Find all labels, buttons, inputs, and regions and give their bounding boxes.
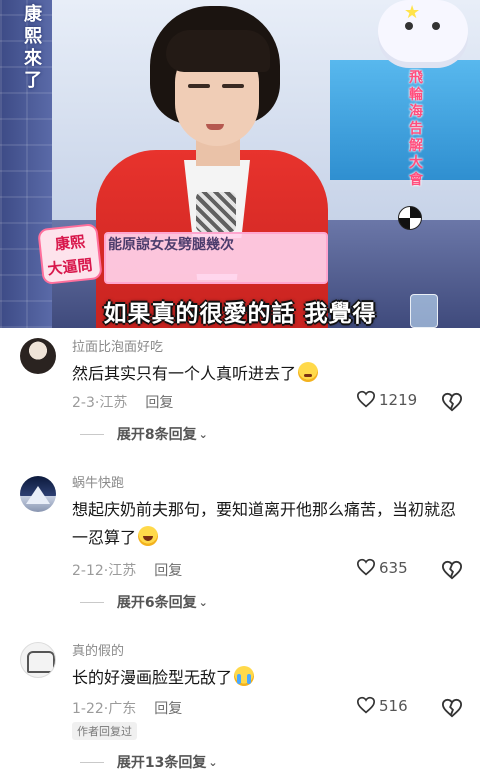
reply-button[interactable]: 回复 (154, 701, 182, 717)
expand-replies-button[interactable]: 展开6条回复 ⌄ (80, 592, 208, 612)
comment-username[interactable]: 蜗牛快跑 (72, 472, 124, 491)
comment-item: 蜗牛快跑 想起庆奶前夫那句，要知道离开他那么痛苦，当初就忍一忍算了 2-12·江… (0, 466, 480, 622)
cloud-eye (405, 22, 413, 30)
crying-face-icon (234, 666, 255, 686)
avatar[interactable] (20, 476, 56, 512)
cloud-mascot (378, 0, 468, 62)
checkered-ball (398, 206, 422, 230)
like-count: 1219 (379, 391, 418, 409)
comment-text: 长的好漫画脸型无敌了 (72, 664, 462, 692)
topic-text: 能原諒女友劈腿幾次 (108, 237, 234, 253)
author-replied-badge: 作者回复过 (72, 722, 137, 740)
comment-meta: 2-3·江苏 回复 (72, 392, 173, 412)
like-button[interactable]: 635 (356, 558, 426, 577)
chevron-down-icon: ⌄ (208, 756, 218, 769)
like-button[interactable]: 1219 (356, 390, 426, 409)
comment-text: 然后其实只有一个人真听进去了 (72, 360, 462, 388)
reply-button[interactable]: 回复 (154, 563, 182, 579)
star-icon: ★ (404, 2, 421, 23)
broken-heart-icon[interactable] (440, 560, 464, 580)
laughing-crying-face-icon (138, 526, 159, 546)
reply-button[interactable]: 回复 (145, 395, 173, 411)
expand-replies-button[interactable]: 展开8条回复 ⌄ (80, 424, 208, 444)
comment-item: 真的假的 长的好漫画脸型无敌了 1-22·广东 回复 516 作者回复过 展开13… (0, 636, 480, 776)
heart-icon (356, 390, 376, 408)
wink-face-icon (298, 362, 319, 382)
comment-username[interactable]: 真的假的 (72, 640, 124, 659)
broken-heart-icon[interactable] (440, 392, 464, 412)
like-count: 635 (379, 559, 408, 577)
shirt-print (196, 192, 236, 232)
expand-replies-label: 展开13条回复 (116, 755, 207, 771)
comment-text-content: 然后其实只有一个人真听进去了 (72, 364, 297, 383)
comment-username[interactable]: 拉面比泡面好吃 (72, 336, 163, 355)
comment-date: 2-12 (72, 563, 104, 579)
expand-replies-label: 展开6条回复 (116, 595, 197, 611)
comment-location: 江苏 (99, 395, 128, 411)
like-count: 516 (379, 697, 408, 715)
comment-item: 拉面比泡面好吃 然后其实只有一个人真听进去了 2-3·江苏 回复 1219 展开8… (0, 328, 480, 456)
avatar[interactable] (20, 338, 56, 374)
like-button[interactable]: 516 (356, 696, 426, 715)
comment-location: 江苏 (108, 563, 137, 579)
eyebrow (188, 84, 210, 88)
comment-text-content: 长的好漫画脸型无敌了 (72, 668, 233, 687)
avatar[interactable] (20, 642, 56, 678)
show-title-vertical: 康熙來了 (24, 4, 42, 91)
comment-date: 1-22 (72, 701, 104, 717)
comment-text: 想起庆奶前夫那句，要知道离开他那么痛苦，当初就忍一忍算了 (72, 496, 462, 552)
video-frame[interactable]: ★ 康熙來了 飛輪海告解大會 康熙 大逼問 能原諒女友劈腿幾次 如果真的很愛的話… (0, 0, 480, 328)
person-bangs (166, 30, 270, 72)
chevron-down-icon: ⌄ (198, 596, 208, 609)
comment-location: 广东 (108, 701, 137, 717)
video-subtitle: 如果真的很愛的話 我覺得 (103, 300, 377, 327)
cloud-eye (432, 22, 440, 30)
comment-date: 2-3 (72, 395, 95, 411)
expand-replies-label: 展开8条回复 (116, 427, 197, 443)
comment-meta: 2-12·江苏 回复 (72, 560, 182, 580)
chevron-down-icon: ⌄ (198, 428, 208, 441)
heart-icon (356, 558, 376, 576)
expand-replies-button[interactable]: 展开13条回复 ⌄ (80, 752, 218, 772)
broken-heart-icon[interactable] (440, 698, 464, 718)
comment-meta: 1-22·广东 回复 (72, 698, 182, 718)
segment-title-vertical: 飛輪海告解大會 (409, 70, 423, 188)
comment-text-content: 想起庆奶前夫那句，要知道离开他那么痛苦，当初就忍一忍算了 (72, 500, 457, 547)
eyebrow (222, 84, 244, 88)
heart-icon (356, 696, 376, 714)
